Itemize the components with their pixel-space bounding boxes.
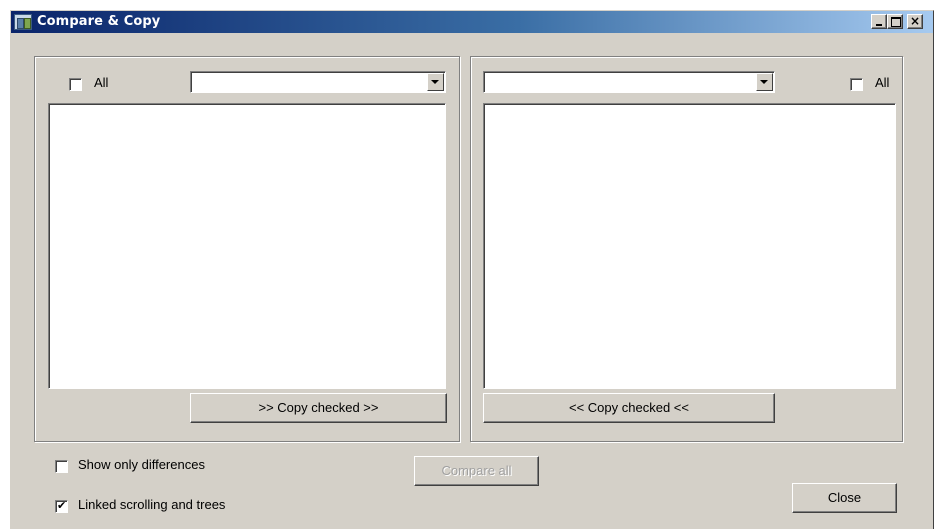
right-all-checkbox[interactable] xyxy=(850,78,863,91)
copy-right-button[interactable]: >> Copy checked >> xyxy=(190,393,447,423)
close-icon: × xyxy=(909,14,921,28)
minimize-button[interactable] xyxy=(871,14,887,29)
title-bar[interactable]: Compare & Copy × xyxy=(11,11,933,33)
window-title: Compare & Copy xyxy=(37,14,161,29)
app-icon xyxy=(14,14,32,30)
close-window-button[interactable]: × xyxy=(907,14,923,29)
maximize-button[interactable] xyxy=(887,14,903,29)
compare-copy-window: Compare & Copy × All >> Copy checked >> … xyxy=(10,10,934,529)
close-button[interactable]: Close xyxy=(792,483,897,513)
left-all-checkbox[interactable] xyxy=(69,78,82,91)
chevron-down-icon[interactable] xyxy=(427,73,444,91)
linked-scrolling-checkbox[interactable] xyxy=(55,499,68,513)
left-all-label: All xyxy=(94,75,109,90)
right-all-label: All xyxy=(875,75,890,90)
linked-scrolling-label: Linked scrolling and trees xyxy=(78,497,226,512)
compare-all-button[interactable]: Compare all xyxy=(414,456,539,486)
left-source-combo[interactable] xyxy=(190,71,446,93)
right-tree-list[interactable] xyxy=(483,103,896,389)
chevron-down-icon[interactable] xyxy=(756,73,773,91)
right-source-combo[interactable] xyxy=(483,71,775,93)
left-tree-list[interactable] xyxy=(48,103,446,389)
copy-left-button[interactable]: << Copy checked << xyxy=(483,393,775,423)
show-only-differences-checkbox[interactable] xyxy=(55,460,68,473)
show-only-differences-label: Show only differences xyxy=(78,457,205,472)
